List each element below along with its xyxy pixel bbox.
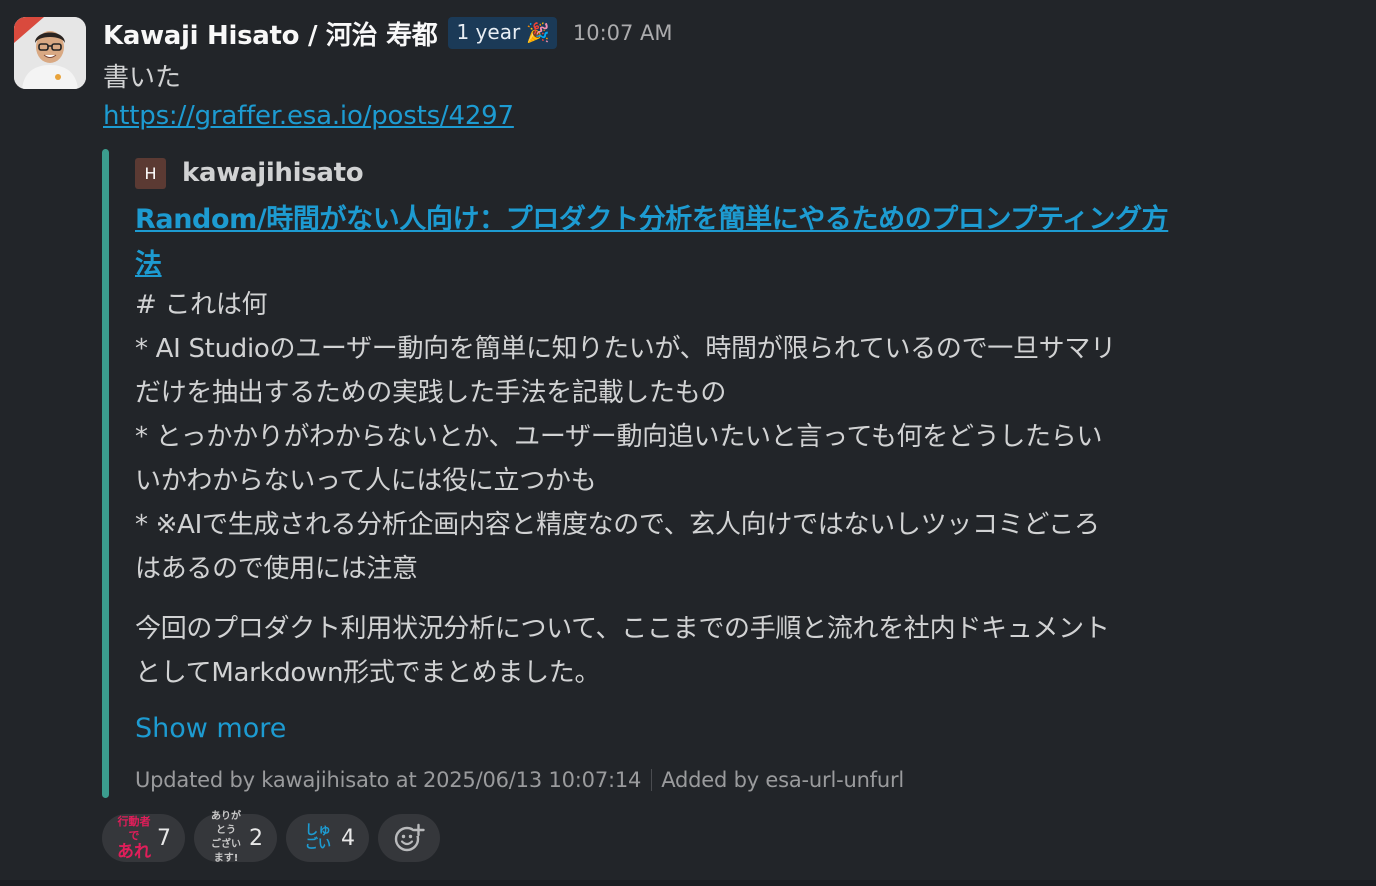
unfurl-title-link[interactable]: Random/時間がない人向け：プロダクト分析を簡単にやるためのプロンプティング… — [135, 197, 1295, 287]
reaction-arigatou[interactable]: ありがとう ございます! 2 — [194, 811, 277, 864]
message-link[interactable]: https://graffer.esa.io/posts/4297 — [103, 101, 514, 131]
koudousha-emoji-icon: 行動者で あれ — [116, 815, 152, 861]
add-reaction-button[interactable] — [378, 814, 440, 862]
unfurl-body-line: * AI Studioのユーザー動向を簡単に知りたいが、時間が限られているので一… — [135, 334, 1116, 364]
arigatou-emoji-icon: ありがとう ございます! — [208, 811, 244, 864]
emoji-text: ありがとう — [211, 811, 241, 836]
unfurl-title-line[interactable]: 法 — [135, 242, 1295, 287]
message-header: Kawaji Hisato / 河治 寿都 1 year 🎉 10:07 AM — [103, 13, 673, 53]
reaction-koudousha[interactable]: 行動者で あれ 7 — [102, 814, 185, 862]
unfurl-body-paragraph: 今回のプロダクト利用状況分析について、ここまでの手順と流れを社内ドキュメント と… — [135, 607, 1285, 695]
message-text: 書いた — [103, 63, 182, 93]
message-timestamp[interactable]: 10:07 AM — [573, 21, 673, 45]
unfurl-body: # これは何 * AI Studioのユーザー動向を簡単に知りたいが、時間が限ら… — [135, 283, 1285, 695]
site-icon: H — [135, 157, 166, 189]
unfurl-body-line: だけを抽出するための実践した手法を記載したもの — [135, 378, 727, 408]
author-name[interactable]: Kawaji Hisato / 河治 寿都 — [103, 15, 438, 52]
reaction-shugoi[interactable]: しゅごい 4 — [286, 814, 369, 862]
unfurl-title-line[interactable]: Random/時間がない人向け：プロダクト分析を簡単にやるためのプロンプティング… — [135, 197, 1295, 242]
emoji-text: 行動者で — [117, 815, 151, 842]
bottom-divider — [0, 880, 1376, 886]
reactions-bar: 行動者で あれ 7 ありがとう ございます! 2 しゅごい 4 — [102, 811, 440, 864]
unfurl-accent-bar — [102, 149, 109, 798]
unfurl-body-line: いかわからないって人には役に立つかも — [135, 466, 597, 496]
footer-divider — [651, 769, 653, 791]
footer-added-text: Added by esa-url-unfurl — [661, 768, 905, 792]
party-popper-icon: 🎉 — [526, 21, 550, 44]
unfurl-body-line: * とっかかりがわからないとか、ユーザー動向追いたいと言っても何をどうしたらい — [135, 422, 1103, 452]
footer-updated-text: Updated by kawajihisato at 2025/06/13 10… — [135, 768, 642, 792]
emoji-text: あれ — [117, 842, 151, 862]
anniversary-badge[interactable]: 1 year 🎉 — [448, 17, 557, 49]
emoji-text: ございます! — [211, 839, 241, 864]
unfurl-body-line: はあるので使用には注意 — [135, 554, 418, 584]
reaction-count: 7 — [157, 825, 171, 851]
shugoi-emoji-icon: しゅごい — [300, 820, 336, 856]
badge-label: 1 year — [456, 20, 521, 44]
add-reaction-icon — [394, 823, 425, 852]
unfurl-header: H kawajihisato — [135, 155, 364, 191]
avatar[interactable] — [14, 17, 86, 89]
unfurl-footer: Updated by kawajihisato at 2025/06/13 10… — [135, 764, 904, 796]
unfurl-site-name: kawajihisato — [182, 158, 364, 188]
message-container: Kawaji Hisato / 河治 寿都 1 year 🎉 10:07 AM … — [0, 0, 1376, 880]
reaction-count: 2 — [249, 825, 263, 851]
unfurl-body-line: 今回のプロダクト利用状況分析について、ここまでの手順と流れを社内ドキュメント — [135, 614, 1110, 644]
show-more-button[interactable]: Show more — [135, 713, 286, 744]
unfurl-body-line: * ※AIで生成される分析企画内容と精度なので、玄人向けではないしツッコミどころ — [135, 510, 1100, 540]
emoji-text: しゅごい — [304, 823, 331, 852]
reaction-count: 4 — [341, 825, 355, 851]
unfurl-body-line: としてMarkdown形式でまとめました。 — [135, 658, 601, 688]
unfurl-body-line: # これは何 — [135, 290, 268, 320]
avatar-image — [14, 17, 86, 89]
